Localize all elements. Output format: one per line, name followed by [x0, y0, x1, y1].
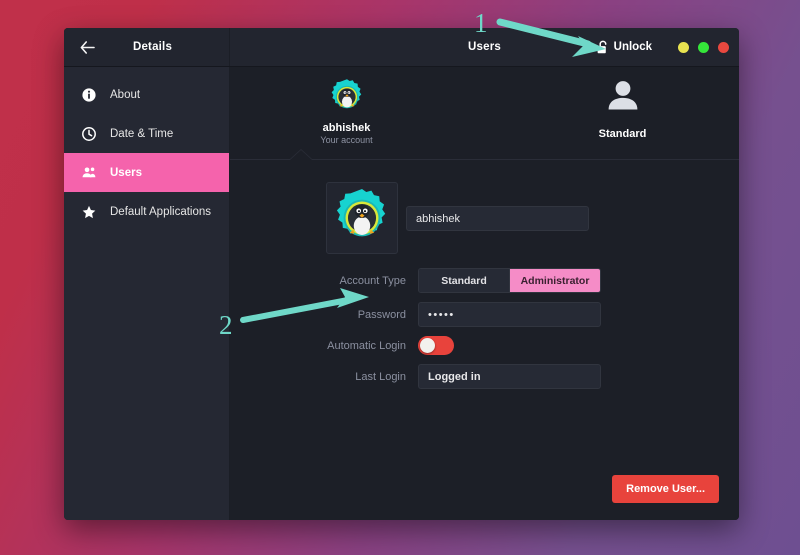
sidebar-item-users[interactable]: Users [64, 153, 229, 192]
carousel-user-standard[interactable]: Standard [563, 78, 683, 140]
page-title: Users [468, 41, 501, 53]
carousel-user-standard-name: Standard [598, 128, 647, 140]
selected-user-caret [290, 150, 312, 160]
avatar-row: abhishek [230, 182, 739, 254]
automatic-login-row: Automatic Login [230, 336, 739, 355]
password-field[interactable]: ••••• [418, 302, 601, 327]
settings-window: Details Users Unlock About Date & Time U… [64, 28, 739, 520]
automatic-login-label: Automatic Login [327, 339, 406, 352]
last-login-label: Last Login [355, 370, 406, 383]
window-body: About Date & Time Users Default Applicat… [64, 67, 739, 520]
star-icon [82, 205, 96, 219]
maximize-button[interactable] [698, 41, 709, 53]
last-login-row: Last Login Logged in [230, 364, 739, 389]
user-carousel: abhishek Your account Standard [230, 67, 739, 160]
arrow-left-icon [80, 40, 95, 54]
unlock-button[interactable]: Unlock [593, 37, 656, 57]
carousel-user-abhishek[interactable]: abhishek Your account [287, 78, 407, 145]
info-icon [82, 87, 96, 102]
username-wrap: abhishek [406, 182, 589, 231]
window-controls [678, 41, 729, 53]
users-icon [82, 166, 96, 180]
person-avatar-icon [608, 81, 637, 110]
gear-penguin-avatar-icon [331, 79, 361, 109]
username-input[interactable]: abhishek [406, 206, 589, 231]
back-button[interactable] [76, 36, 98, 58]
headerbar-right-pane: Users Unlock [230, 28, 739, 66]
account-type-row: Account Type Standard Administrator [230, 268, 739, 293]
sidebar-item-users-label: Users [110, 166, 142, 179]
user-avatar-button[interactable] [326, 182, 398, 254]
headerbar-left-pane: Details [64, 28, 230, 66]
desktop-background: Details Users Unlock About Date & Time U… [0, 0, 800, 555]
last-login-value: Logged in [418, 364, 601, 389]
automatic-login-toggle[interactable] [418, 336, 454, 355]
sidebar-item-default-applications[interactable]: Default Applications [64, 192, 229, 231]
padlock-open-icon [597, 40, 607, 54]
remove-user-button[interactable]: Remove User... [612, 475, 719, 503]
password-label: Password [357, 308, 406, 321]
carousel-user-abhishek-subtitle: Your account [320, 135, 373, 145]
close-button[interactable] [718, 41, 729, 53]
sidebar-item-about[interactable]: About [64, 75, 229, 114]
password-row: Password ••••• [230, 302, 739, 327]
account-type-standard-option[interactable]: Standard [419, 269, 509, 292]
unlock-label: Unlock [613, 41, 652, 53]
sidebar-item-date-time-label: Date & Time [110, 127, 174, 140]
remove-user-wrap: Remove User... [612, 475, 719, 503]
content-pane: abhishek Your account Standard abhishek … [230, 67, 739, 520]
toggle-knob [420, 338, 435, 353]
sidebar-item-default-applications-label: Default Applications [110, 205, 212, 218]
gear-penguin-avatar-icon [336, 188, 386, 237]
account-type-segmented-control: Standard Administrator [418, 268, 601, 293]
sidebar-item-date-time[interactable]: Date & Time [64, 114, 229, 153]
user-detail-form: abhishek Account Type Standard Administr… [230, 160, 739, 520]
window-headerbar: Details Users Unlock [64, 28, 739, 67]
account-type-label: Account Type [339, 274, 406, 287]
minimize-button[interactable] [678, 41, 689, 53]
clock-icon [82, 126, 96, 141]
sidebar-item-about-label: About [110, 88, 141, 101]
headerbar-left-title: Details [132, 41, 173, 53]
sidebar: About Date & Time Users Default Applicat… [64, 67, 230, 520]
carousel-user-abhishek-name: abhishek [322, 122, 371, 134]
account-type-administrator-option[interactable]: Administrator [509, 269, 600, 292]
